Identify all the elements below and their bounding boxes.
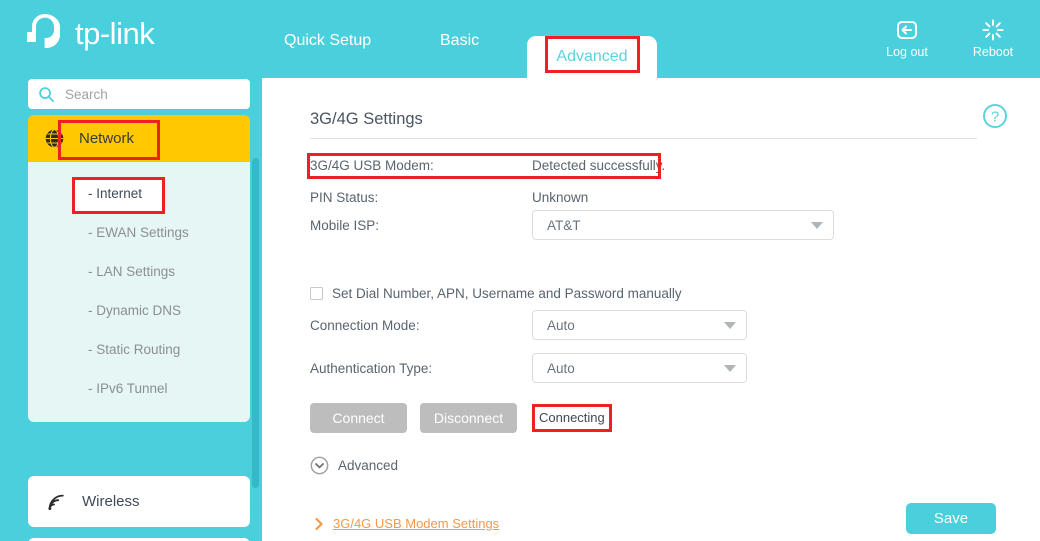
chevron-down-icon <box>811 222 823 229</box>
pin-status-value: Unknown <box>532 190 588 205</box>
annotation-box-connection-status: Connecting <box>532 404 612 432</box>
authentication-type-select[interactable]: Auto <box>532 353 747 383</box>
wifi-icon <box>46 492 66 512</box>
brand-logo: tp-link <box>22 10 154 56</box>
sidebar-item-static-routing-label: - Static Routing <box>88 342 180 357</box>
page-title: 3G/4G Settings <box>310 110 423 129</box>
sidebar-submenu-network: - Internet - EWAN Settings - LAN Setting… <box>28 162 250 422</box>
sidebar-item-internet-label: - Internet <box>88 186 142 201</box>
mobile-isp-value: AT&T <box>547 218 811 233</box>
sidebar-scrollbar-thumb[interactable] <box>252 158 259 488</box>
brand-name: tp-link <box>75 18 154 49</box>
search-icon <box>38 86 55 103</box>
chevron-down-circle-icon <box>310 456 329 475</box>
router-admin-page: tp-link Quick Setup Basic Advanced Log o… <box>0 0 1040 541</box>
connection-mode-value: Auto <box>547 318 724 333</box>
sidebar-item-ipv6-tunnel[interactable]: - IPv6 Tunnel <box>28 369 250 408</box>
connect-button[interactable]: Connect <box>310 403 407 433</box>
tp-link-logo-icon <box>22 10 68 56</box>
authentication-type-value: Auto <box>547 361 724 376</box>
help-circle-icon: ? <box>982 103 1008 129</box>
sidebar-item-wireless-label: Wireless <box>82 493 140 510</box>
manual-settings-label: Set Dial Number, APN, Username and Passw… <box>332 286 682 301</box>
sidebar-item-lan-settings-label: - LAN Settings <box>88 264 175 279</box>
tab-advanced-panel: Advanced <box>527 36 657 78</box>
sidebar-item-ipv6-tunnel-label: - IPv6 Tunnel <box>88 381 168 396</box>
mobile-isp-select[interactable]: AT&T <box>532 210 834 240</box>
usb-modem-label: 3G/4G USB Modem: <box>310 158 520 173</box>
page-header: tp-link Quick Setup Basic Advanced Log o… <box>0 0 1040 78</box>
tab-basic[interactable]: Basic <box>440 32 479 50</box>
chevron-down-icon <box>724 365 736 372</box>
title-divider <box>310 138 977 139</box>
search-input[interactable] <box>63 86 233 103</box>
connection-mode-label: Connection Mode: <box>310 318 520 333</box>
logout-button[interactable]: Log out <box>878 18 936 59</box>
tab-advanced[interactable]: Advanced <box>527 36 657 78</box>
sidebar-item-dynamic-dns-label: - Dynamic DNS <box>88 303 181 318</box>
sidebar-item-static-routing[interactable]: - Static Routing <box>28 330 250 369</box>
sidebar-item-ewan-settings[interactable]: - EWAN Settings <box>28 213 250 252</box>
row-usb-modem: 3G/4G USB Modem: Detected successfully. <box>310 158 670 180</box>
mobile-isp-label: Mobile ISP: <box>310 218 520 233</box>
usb-modem-value: Detected successfully. <box>532 158 665 173</box>
content-panel: 3G/4G Settings ? 3G/4G USB Modem: Detect… <box>262 78 1040 541</box>
connection-buttons: Connect Disconnect Connecting <box>310 403 612 433</box>
modem-settings-link-label: 3G/4G USB Modem Settings <box>333 516 499 531</box>
advanced-toggle-label: Advanced <box>338 458 398 473</box>
logout-icon <box>895 18 919 42</box>
sidebar-item-network[interactable]: Network <box>28 115 250 162</box>
manual-settings-checkbox[interactable] <box>310 287 323 300</box>
sidebar-item-ewan-settings-label: - EWAN Settings <box>88 225 189 240</box>
connection-mode-select[interactable]: Auto <box>532 310 747 340</box>
svg-text:?: ? <box>991 109 999 126</box>
chevron-down-icon <box>724 322 736 329</box>
main-tabs: Quick Setup Basic Advanced <box>262 0 822 78</box>
advanced-toggle[interactable]: Advanced <box>310 456 398 475</box>
help-button[interactable]: ? <box>982 103 1008 134</box>
reboot-button[interactable]: Reboot <box>964 18 1022 59</box>
reboot-label: Reboot <box>973 45 1013 59</box>
sidebar-item-wireless[interactable]: Wireless <box>28 476 250 527</box>
tab-quick-setup[interactable]: Quick Setup <box>284 32 371 50</box>
search-box[interactable] <box>28 79 250 109</box>
sidebar-item-network-label: Network <box>79 130 134 147</box>
pin-status-label: PIN Status: <box>310 190 520 205</box>
sidebar-item-dynamic-dns[interactable]: - Dynamic DNS <box>28 291 250 330</box>
connection-status-text: Connecting <box>539 410 605 425</box>
sidebar-item-internet[interactable]: - Internet <box>28 174 250 213</box>
sidebar-item-lan-settings[interactable]: - LAN Settings <box>28 252 250 291</box>
nav-group-network: Network - Internet - EWAN Settings - LAN… <box>28 115 250 422</box>
sidebar: Network - Internet - EWAN Settings - LAN… <box>0 78 262 541</box>
globe-icon <box>44 128 65 149</box>
save-button[interactable]: Save <box>906 503 996 534</box>
chevron-right-icon <box>314 517 324 531</box>
manual-settings-checkbox-row[interactable]: Set Dial Number, APN, Username and Passw… <box>310 286 682 301</box>
logout-label: Log out <box>886 45 928 59</box>
modem-settings-link[interactable]: 3G/4G USB Modem Settings <box>314 516 499 531</box>
reboot-icon <box>981 18 1005 42</box>
disconnect-button[interactable]: Disconnect <box>420 403 517 433</box>
header-actions: Log out Reboot <box>878 18 1022 59</box>
authentication-type-label: Authentication Type: <box>310 361 520 376</box>
